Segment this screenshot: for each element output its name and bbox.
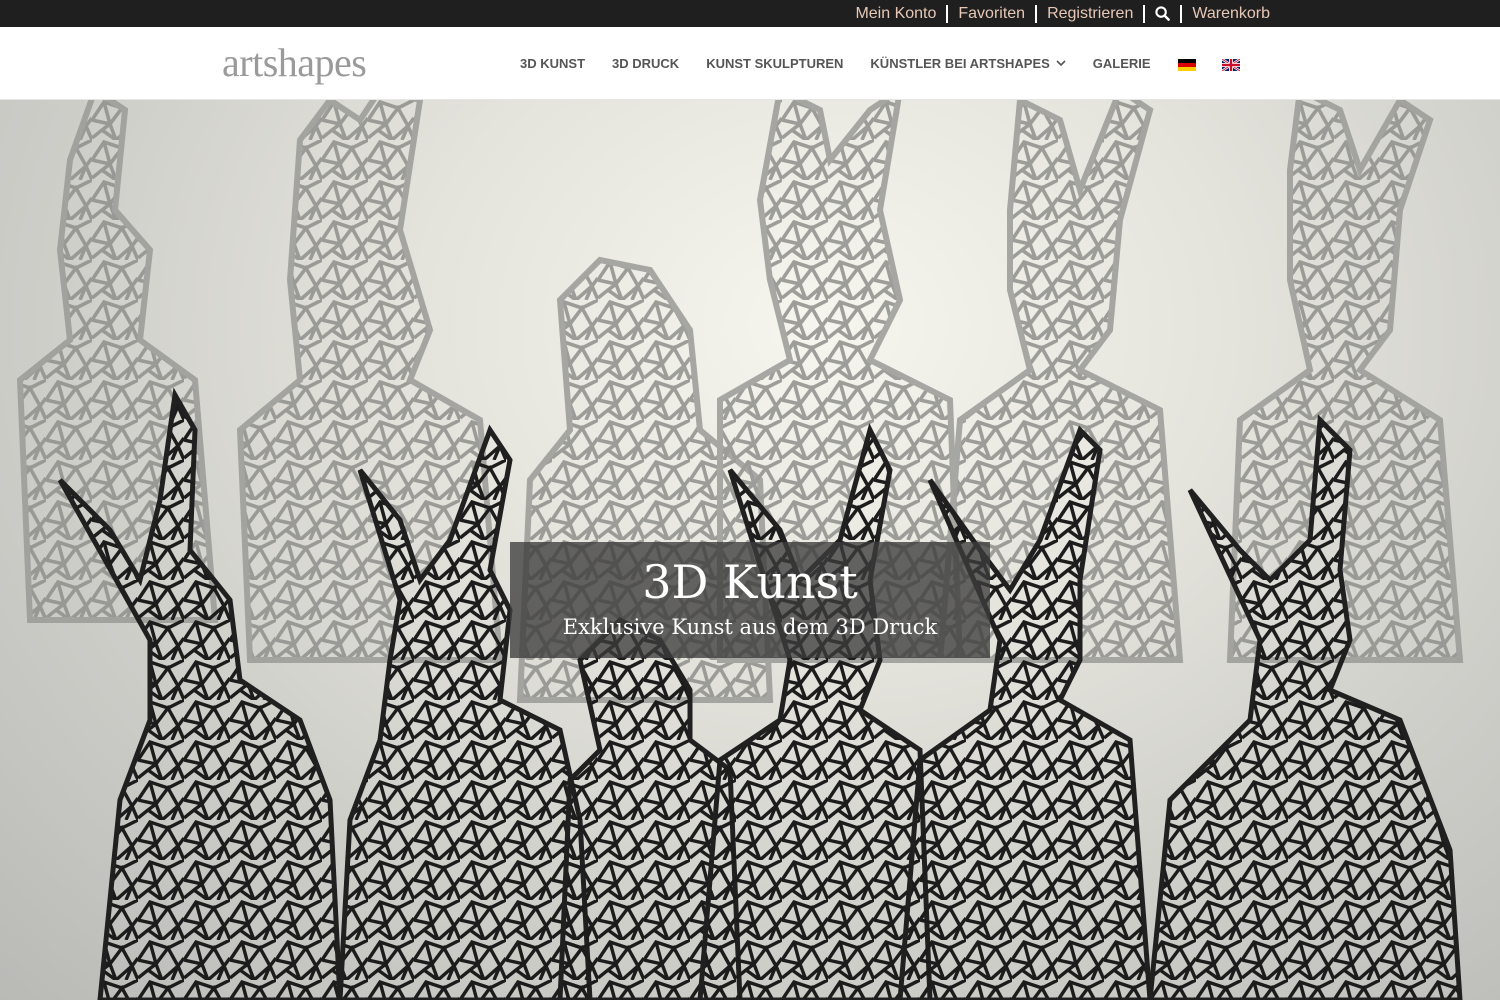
- site-logo[interactable]: artshapes: [222, 41, 367, 85]
- utility-links: Mein Konto Favoriten Registrieren Warenk…: [845, 0, 1280, 27]
- nav-3d-kunst[interactable]: 3D KUNST: [520, 56, 585, 71]
- hero-subtitle: Exklusive Kunst aus dem 3D Druck: [562, 615, 938, 639]
- chevron-down-icon: [1056, 60, 1066, 67]
- my-account-link[interactable]: Mein Konto: [845, 0, 946, 27]
- nav-kuenstler[interactable]: KÜNSTLER BEI ARTSHAPES: [870, 56, 1066, 71]
- favorites-link[interactable]: Favoriten: [948, 0, 1035, 27]
- uk-flag-icon[interactable]: [1220, 57, 1241, 72]
- nav-3d-druck[interactable]: 3D DRUCK: [612, 56, 679, 71]
- register-link[interactable]: Registrieren: [1037, 0, 1143, 27]
- nav-kunst-skulpturen[interactable]: KUNST SKULPTUREN: [706, 56, 843, 71]
- hero-banner: 3D Kunst Exklusive Kunst aus dem 3D Druc…: [0, 100, 1500, 1000]
- cart-link[interactable]: Warenkorb: [1182, 0, 1280, 27]
- site-header: artshapes 3D KUNST 3D DRUCK KUNST SKULPT…: [0, 27, 1500, 100]
- main-navigation: 3D KUNST 3D DRUCK KUNST SKULPTUREN KÜNST…: [520, 27, 1266, 100]
- nav-galerie[interactable]: GALERIE: [1093, 56, 1151, 71]
- top-utility-bar: Mein Konto Favoriten Registrieren Warenk…: [0, 0, 1500, 27]
- de-flag-icon[interactable]: [1177, 58, 1196, 71]
- search-button[interactable]: [1145, 0, 1180, 27]
- search-icon: [1155, 6, 1171, 21]
- nav-kuenstler-label: KÜNSTLER BEI ARTSHAPES: [870, 56, 1050, 71]
- hero-caption: 3D Kunst Exklusive Kunst aus dem 3D Druc…: [510, 542, 990, 658]
- hero-title: 3D Kunst: [642, 555, 858, 609]
